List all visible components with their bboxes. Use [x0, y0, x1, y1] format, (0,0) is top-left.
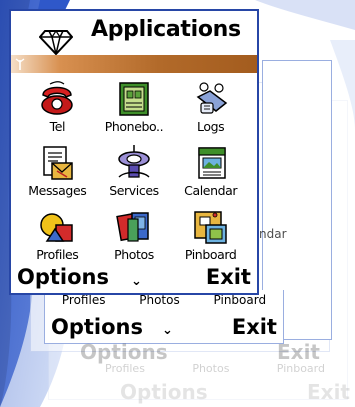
applications-window: Applications Tel Phonebo.. Logs Messages… — [9, 9, 259, 295]
pinboard-icon — [193, 211, 227, 244]
ghost-side-label: ndar — [259, 227, 287, 241]
diamond-icon — [39, 30, 73, 55]
ghost-label: Profiles — [61, 293, 106, 307]
ghost-exit-softkey: Exit — [231, 314, 277, 339]
messages-icon — [43, 146, 74, 180]
ghost-window-3-softkeys: Options Exit — [80, 340, 320, 364]
chevron-down-icon: ⌄ — [130, 273, 142, 289]
softkey-bar: Options ⌄ Exit — [11, 265, 257, 289]
exit-softkey[interactable]: Exit — [206, 265, 251, 289]
ghost-window-2-softkeys: Options ⌄ Exit — [44, 310, 284, 344]
app-tel[interactable]: Tel — [19, 81, 96, 139]
services-icon — [118, 145, 150, 178]
app-pinboard[interactable]: Pinboard — [172, 209, 249, 267]
phonebook-icon — [119, 82, 149, 116]
title-bar: Applications — [11, 11, 257, 55]
ghost-caret: ⌄ — [161, 323, 173, 338]
app-label: Tel — [49, 119, 66, 134]
app-phonebook[interactable]: Phonebo.. — [96, 81, 173, 139]
app-services[interactable]: Services — [96, 145, 173, 203]
ghost-label: Pinboard — [213, 293, 267, 307]
ghost-exit-softkey: Exit — [277, 340, 320, 364]
app-label: Profiles — [36, 247, 79, 262]
ghost-options-softkey: Options — [120, 380, 208, 404]
page-title: Applications — [91, 17, 241, 42]
options-softkey[interactable]: Options — [17, 265, 109, 289]
app-label: Logs — [197, 119, 225, 134]
ghost-exit-softkey: Exit — [307, 380, 350, 404]
app-calendar[interactable]: Calendar — [172, 145, 249, 203]
status-bar — [11, 55, 257, 73]
app-label: Services — [109, 183, 159, 198]
app-grid: Tel Phonebo.. Logs Messages Services Cal… — [19, 81, 249, 267]
logs-icon — [196, 82, 227, 114]
app-label: Messages — [28, 183, 87, 198]
ghost-label: Photos — [139, 293, 180, 307]
app-label: Phonebo.. — [104, 119, 164, 134]
telephone-icon — [41, 81, 74, 115]
ghost-options-softkey: Options — [80, 340, 168, 364]
ghost-options-softkey: Options — [51, 314, 143, 339]
app-photos[interactable]: Photos — [96, 209, 173, 267]
app-profiles[interactable]: Profiles — [19, 209, 96, 267]
calendar-icon — [197, 147, 226, 179]
photos-icon — [116, 212, 149, 242]
app-label: Calendar — [184, 183, 238, 198]
app-label: Photos — [114, 247, 154, 262]
ghost-window-4-softkeys: Options Exit — [120, 380, 350, 404]
profiles-icon — [40, 213, 74, 242]
app-label: Pinboard — [184, 247, 237, 262]
app-logs[interactable]: Logs — [172, 81, 249, 139]
app-messages[interactable]: Messages — [19, 145, 96, 203]
antenna-icon — [15, 58, 25, 70]
